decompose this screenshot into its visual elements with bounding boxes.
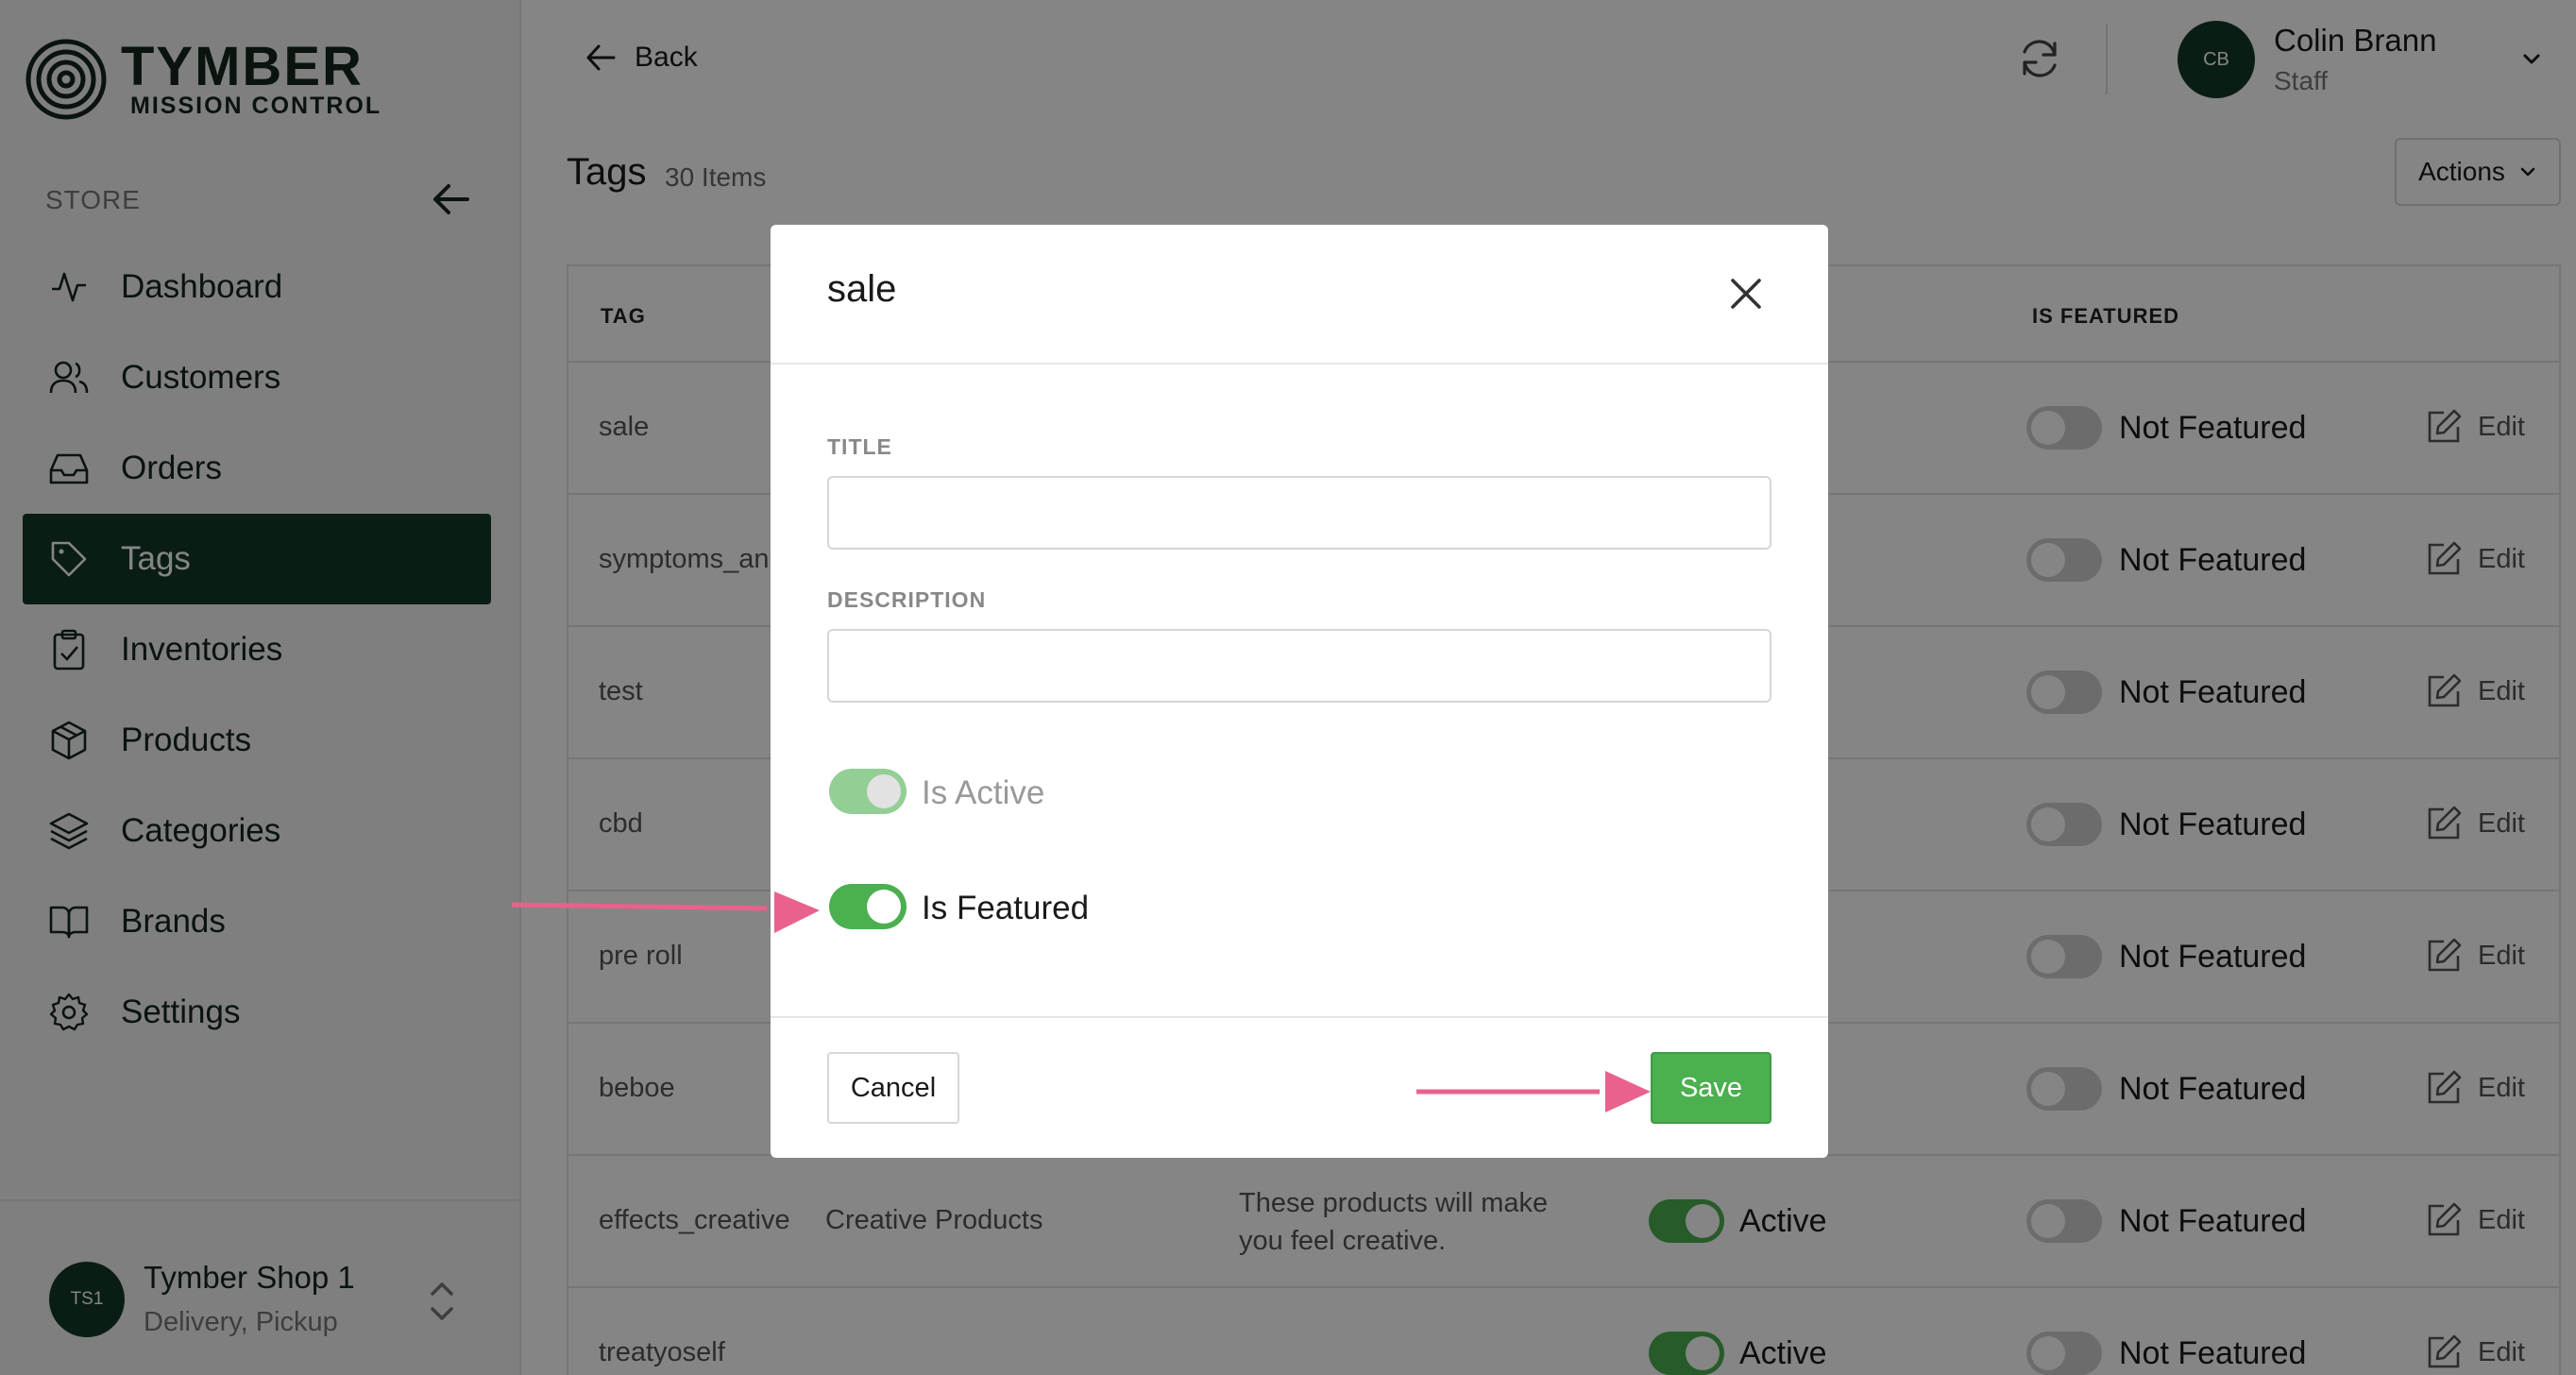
toggle-knob bbox=[867, 890, 901, 924]
cancel-button[interactable]: Cancel bbox=[827, 1052, 959, 1124]
annotation-arrow-icon bbox=[1416, 1071, 1651, 1112]
close-icon[interactable] bbox=[1724, 272, 1768, 315]
modal-divider bbox=[771, 363, 1828, 365]
description-input[interactable] bbox=[827, 629, 1771, 703]
edit-tag-modal: sale TITLE DESCRIPTION Is Active Is Feat… bbox=[771, 225, 1828, 1158]
title-input[interactable] bbox=[827, 476, 1771, 550]
is-active-toggle[interactable] bbox=[829, 769, 907, 814]
save-button[interactable]: Save bbox=[1651, 1052, 1771, 1124]
description-field-label: DESCRIPTION bbox=[827, 587, 987, 612]
annotation-arrow-icon bbox=[511, 891, 820, 933]
title-field-label: TITLE bbox=[827, 434, 892, 459]
is-active-label: Is Active bbox=[922, 774, 1045, 811]
is-featured-label: Is Featured bbox=[922, 890, 1090, 926]
is-featured-toggle[interactable] bbox=[829, 884, 907, 929]
toggle-knob bbox=[867, 774, 901, 808]
modal-title: sale bbox=[827, 268, 897, 310]
modal-footer-divider bbox=[771, 1016, 1828, 1018]
